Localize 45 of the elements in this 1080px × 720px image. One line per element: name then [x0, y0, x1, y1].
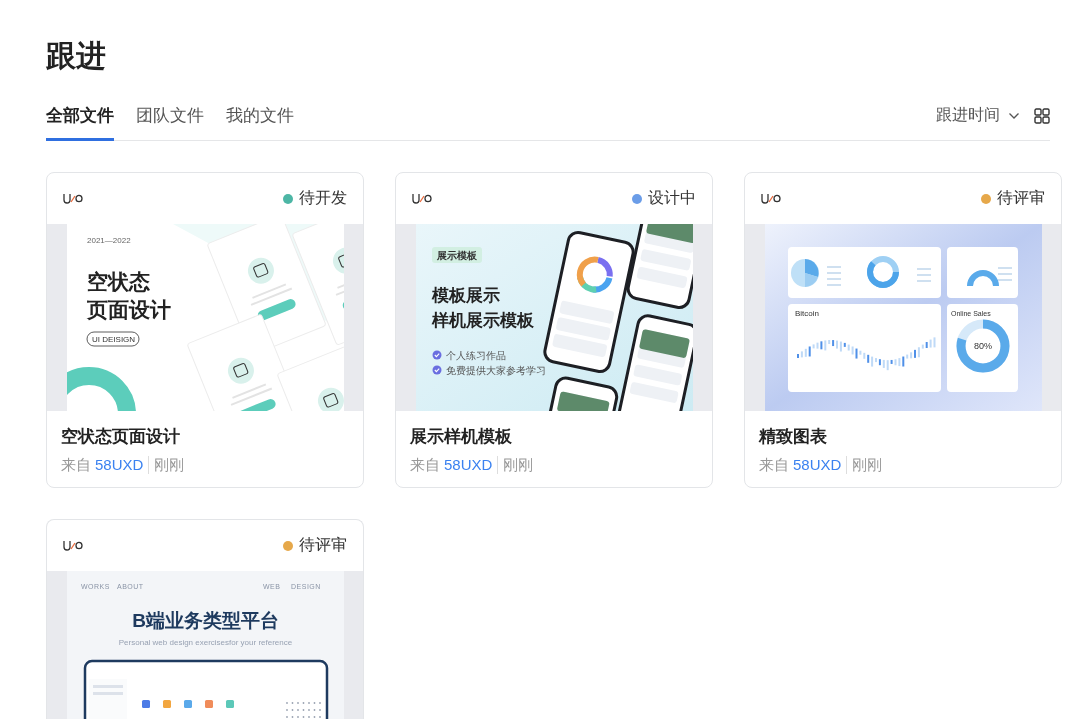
time-label: 刚刚: [148, 456, 185, 474]
grid-view-icon[interactable]: [1034, 107, 1050, 124]
tag-label: 展示模板: [431, 247, 482, 263]
preview-heading: 页面设计: [86, 298, 171, 321]
tab[interactable]: 团队文件: [136, 98, 204, 141]
preview-heading: B端业务类型平台: [131, 610, 279, 631]
source-label: 来自: [410, 456, 440, 474]
status-label: 待评审: [997, 188, 1045, 208]
logo-icon: [761, 192, 781, 205]
status-label: 设计中: [648, 188, 696, 208]
tag-label: UI DEISIGN: [86, 331, 139, 347]
file-title: 精致图表: [759, 426, 828, 448]
panel-title: Bitcoin: [794, 309, 819, 318]
file-title: 展示样机模板: [410, 426, 513, 448]
tab[interactable]: 我的文件: [226, 98, 294, 141]
logo-icon: [412, 192, 432, 205]
file-card[interactable]: 设计中 展示模板 模板展示 样机展示模板 个人练习作品 免费提供大家参考学习 展示样机模板 来自 58UXD 刚刚: [395, 172, 713, 488]
source-label: 来自: [759, 456, 789, 474]
file-card[interactable]: 待开发 2021—2022 空状态 页面设计 UI DEISIGN 空状态页面设计 来自 58UXD 刚刚: [46, 172, 364, 488]
chevron-down-icon: [1008, 111, 1020, 120]
preview-heading: 空状态: [86, 270, 150, 293]
sort-dropdown[interactable]: 跟进时间: [936, 105, 1020, 126]
tab[interactable]: 全部文件: [46, 98, 114, 141]
date-text: 2021—2022: [86, 236, 131, 245]
logo-icon: [63, 192, 83, 205]
time-label: 刚刚: [497, 456, 534, 474]
ring-shape: [66, 367, 136, 411]
source-label: 来自: [61, 456, 91, 474]
status-label: 待开发: [299, 188, 347, 208]
preview-heading: 样机展示模板: [431, 311, 534, 330]
time-label: 刚刚: [846, 456, 883, 474]
page-title: 跟进: [46, 38, 107, 74]
preview-subtitle: Personal web design exercisesfor your reference: [118, 638, 292, 647]
preview-heading: 模板展示: [431, 286, 500, 305]
status-label: 待评审: [299, 535, 347, 555]
check-icon: [432, 365, 441, 375]
bullet-text: 个人练习作品: [445, 349, 506, 361]
chart-reading: 80%: [973, 341, 992, 351]
file-title: 空状态页面设计: [61, 426, 181, 448]
logo-icon: [63, 539, 83, 552]
source-link[interactable]: 58UXD: [793, 456, 842, 474]
source-link[interactable]: 58UXD: [444, 456, 493, 474]
source-link[interactable]: 58UXD: [95, 456, 144, 474]
check-icon: [432, 350, 441, 360]
bullet-text: 免费提供大家参考学习: [445, 364, 546, 376]
